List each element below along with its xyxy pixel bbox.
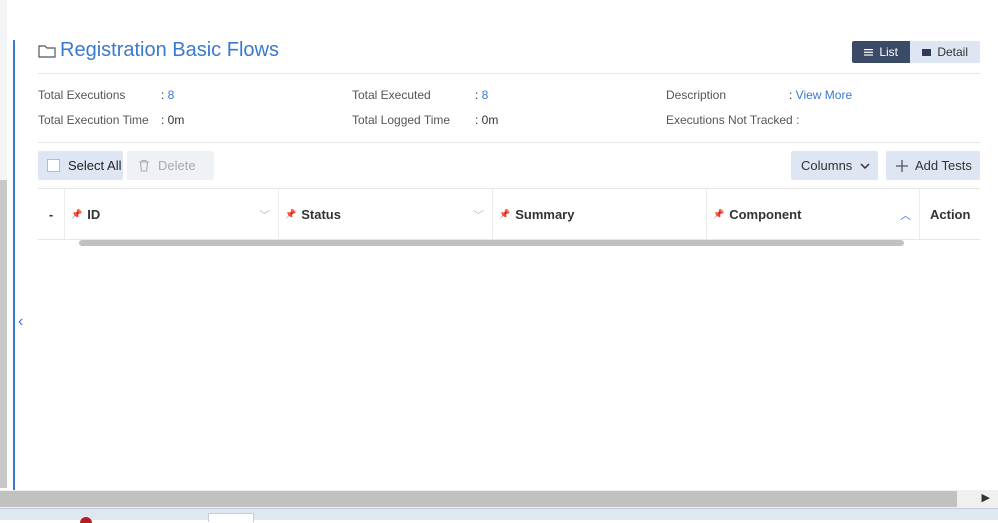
chevron-down-icon (860, 162, 870, 169)
list-icon (864, 48, 874, 56)
total-logged-time-label: Total Logged Time (352, 113, 451, 127)
view-more-link[interactable]: View More (796, 88, 852, 102)
total-executions-value: : 8 (161, 88, 175, 102)
list-view-label: List (879, 45, 898, 59)
columns-button[interactable]: Columns (791, 151, 878, 180)
select-all-button[interactable]: Select All (38, 151, 123, 180)
app-icon[interactable] (80, 517, 92, 523)
outer-scroll-track (0, 0, 7, 180)
outer-vertical-scrollbar[interactable] (0, 0, 7, 490)
list-view-button[interactable]: List (852, 41, 910, 63)
total-executions-label: Total Executions (38, 88, 126, 102)
detail-icon (922, 48, 932, 56)
page-header: Registration Basic Flows List Detail (38, 38, 980, 72)
select-all-checkbox[interactable] (47, 159, 60, 172)
pin-icon[interactable]: 📌 (499, 209, 510, 220)
panel-border (13, 40, 15, 490)
executions-not-tracked-label: Executions Not Tracked : (666, 113, 800, 127)
divider (38, 142, 980, 143)
column-header-component[interactable]: 📌 Component ︿ (707, 189, 920, 239)
pin-icon[interactable]: 📌 (285, 209, 296, 220)
column-header-id[interactable]: 📌 ID ﹀ (65, 189, 279, 239)
total-executed-value: : 8 (475, 88, 489, 102)
total-executed-count[interactable]: 8 (482, 88, 489, 102)
description-value: : View More (789, 88, 853, 102)
execution-stats: Total Executions : 8 Total Execution Tim… (38, 86, 980, 134)
chevron-down-icon[interactable]: ﹀ (473, 207, 484, 223)
detail-view-label: Detail (937, 45, 968, 59)
total-logged-time-value: : 0m (475, 113, 499, 127)
plus-icon (896, 159, 908, 172)
select-all-label: Select All (68, 158, 122, 173)
page-title: Registration Basic Flows (60, 39, 279, 61)
divider (38, 73, 980, 74)
grid-toolbar: Select All Delete Columns Add Tests (38, 151, 980, 180)
total-executed-label: Total Executed (352, 88, 431, 102)
view-toggle: List Detail (852, 41, 980, 63)
folder-icon (38, 45, 56, 58)
collapse-panel-icon[interactable]: ‹ (18, 313, 23, 331)
scroll-right-arrow-icon[interactable]: ▶ (982, 491, 990, 504)
chevron-up-icon[interactable]: ︿ (900, 207, 911, 223)
pin-icon[interactable]: 📌 (713, 209, 724, 220)
total-executions-count[interactable]: 8 (168, 88, 175, 102)
add-tests-button[interactable]: Add Tests (886, 151, 980, 180)
pin-icon[interactable]: 📌 (71, 209, 82, 220)
column-header-action: Action (930, 206, 971, 222)
chevron-down-icon[interactable]: ﹀ (259, 207, 270, 223)
total-execution-time-label: Total Execution Time (38, 113, 149, 127)
delete-button[interactable]: Delete (127, 151, 214, 180)
total-execution-time-value: : 0m (161, 113, 185, 127)
tests-grid: - 📌 ID ﹀ 📌 Status ﹀ 📌 Summary 📌 Componen… (38, 188, 980, 246)
delete-label: Delete (158, 158, 196, 173)
grid-horizontal-scrollbar[interactable] (79, 240, 904, 246)
taskbar (0, 508, 998, 523)
trash-icon (139, 159, 149, 172)
column-header-summary[interactable]: 📌 Summary (493, 189, 707, 239)
taskbar-tab[interactable] (208, 513, 254, 522)
page-scroll-thumb[interactable] (0, 491, 957, 507)
page-horizontal-scrollbar[interactable]: ▶ (0, 490, 998, 508)
column-header-expand[interactable]: - (38, 189, 65, 239)
outer-scroll-thumb[interactable] (0, 180, 7, 488)
columns-label: Columns (801, 158, 853, 173)
description-label: Description (666, 88, 727, 102)
column-header-status[interactable]: 📌 Status ﹀ (279, 189, 493, 239)
add-tests-label: Add Tests (915, 158, 972, 173)
detail-view-button[interactable]: Detail (910, 41, 980, 63)
